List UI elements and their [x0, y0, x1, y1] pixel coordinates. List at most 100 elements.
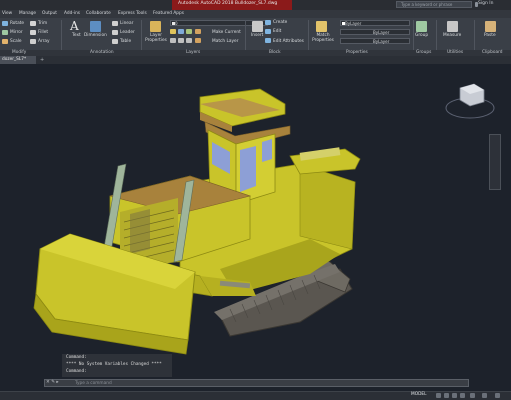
make-current-button[interactable]: Make Current: [212, 30, 241, 35]
layer-freeze-icon[interactable]: [178, 29, 184, 34]
layer-properties-button[interactable]: Layer Properties: [145, 33, 167, 43]
layer-state-icon[interactable]: [170, 29, 176, 34]
text-icon: A: [70, 19, 79, 33]
layer-unisolate-icon[interactable]: [178, 38, 184, 43]
ribbon-tab-bar: View Manage Output Add-ins Collaborate E…: [0, 10, 511, 18]
panel-title-clipboard[interactable]: Clipboard: [482, 50, 503, 55]
lineweight-dropdown-value: ByLayer: [373, 39, 390, 44]
command-placeholder: Type a command: [75, 381, 112, 386]
table-button[interactable]: Table: [120, 39, 131, 44]
panel-title-utilities[interactable]: Utilities: [447, 50, 463, 55]
bulldozer-model[interactable]: [0, 64, 511, 391]
file-tab[interactable]: dozer_SL7*: [0, 56, 36, 64]
tab-view[interactable]: View: [2, 11, 12, 16]
command-input[interactable]: Type a command: [44, 379, 469, 387]
trim-button[interactable]: Trim: [38, 21, 47, 26]
sign-in-link[interactable]: Sign In: [478, 1, 493, 6]
viewcube-icon[interactable]: [442, 70, 498, 126]
scale-icon: [2, 39, 8, 44]
panel-title-annotation[interactable]: Annotation: [90, 50, 114, 55]
ortho-icon[interactable]: [452, 393, 457, 398]
tab-manage[interactable]: Manage: [19, 11, 36, 16]
layer-dropdown-value: 0: [175, 21, 178, 26]
measure-button[interactable]: Measure: [443, 33, 461, 38]
navigation-bar[interactable]: [489, 134, 501, 190]
command-history-line: Command:: [66, 369, 87, 374]
match-layer-icon: [195, 38, 201, 43]
tab-add-ins[interactable]: Add-ins: [64, 11, 80, 16]
command-history: Command: **** No System Variables Change…: [62, 354, 172, 377]
dimension-button[interactable]: Dimension: [84, 33, 107, 38]
color-dropdown-value: ByLayer: [345, 21, 362, 26]
layer-properties-icon: [150, 21, 161, 32]
window-title: Autodesk AutoCAD 2018 Bulldozer_SL7.dwg: [178, 1, 278, 6]
leader-icon: [112, 30, 118, 35]
match-properties-button[interactable]: Match Properties: [311, 33, 335, 43]
create-block-icon: [265, 20, 271, 25]
autocad-window: Autodesk AutoCAD 2018 Bulldozer_SL7.dwg …: [0, 0, 511, 400]
linear-icon: [112, 21, 118, 26]
workspace-icon[interactable]: [482, 393, 487, 398]
paste-icon: [485, 21, 496, 32]
measure-icon: [447, 21, 458, 32]
match-layer-button[interactable]: Match Layer: [212, 39, 238, 44]
mirror-button[interactable]: Mirror: [10, 30, 23, 35]
trim-icon: [30, 21, 36, 26]
array-icon: [30, 39, 36, 44]
linear-button[interactable]: Linear: [120, 21, 133, 26]
search-placeholder: Type a keyword or phrase: [401, 2, 453, 7]
layer-lock-icon[interactable]: [186, 29, 192, 34]
linetype-dropdown[interactable]: ByLayer: [340, 29, 410, 35]
command-history-line: **** No System Variables Changed ****: [66, 362, 162, 367]
edit-attributes-button[interactable]: Edit Attributes: [273, 39, 304, 44]
panel-title-layers[interactable]: Layers: [186, 50, 200, 55]
linetype-dropdown-value: ByLayer: [373, 30, 390, 35]
command-history-line: Command:: [66, 355, 87, 360]
layer-isolate-icon[interactable]: [170, 38, 176, 43]
edit-attributes-icon: [265, 38, 271, 43]
create-block-button[interactable]: Create: [273, 20, 287, 25]
command-options-icon[interactable]: ✕ ✎ ▸: [46, 380, 59, 385]
paste-button[interactable]: Paste: [484, 33, 496, 38]
array-button[interactable]: Array: [38, 39, 50, 44]
mirror-icon: [2, 30, 8, 35]
status-bar: [0, 391, 511, 400]
layer-off-icon[interactable]: [186, 38, 192, 43]
table-icon: [112, 39, 118, 44]
group-icon: [416, 21, 427, 32]
grid-icon[interactable]: [436, 393, 441, 398]
polar-icon[interactable]: [460, 393, 465, 398]
file-tab-label: dozer_SL7*: [2, 57, 27, 62]
tab-collaborate[interactable]: Collaborate: [86, 11, 111, 16]
group-button[interactable]: Group: [415, 33, 428, 38]
model-space-toggle[interactable]: MODEL: [411, 392, 427, 397]
search-input[interactable]: Type a keyword or phrase: [396, 1, 472, 8]
tab-output[interactable]: Output: [42, 11, 57, 16]
rotate-button[interactable]: Rotate: [10, 21, 24, 26]
dimension-icon: [90, 21, 101, 32]
edit-block-button[interactable]: Edit: [273, 29, 281, 34]
tab-express-tools[interactable]: Express Tools: [118, 11, 147, 16]
fillet-button[interactable]: Fillet: [38, 30, 48, 35]
customize-icon[interactable]: [495, 393, 500, 398]
panel-title-properties[interactable]: Properties: [346, 50, 368, 55]
panel-title-block[interactable]: Block: [269, 50, 281, 55]
panel-title-groups[interactable]: Groups: [416, 50, 431, 55]
rotate-icon: [2, 21, 8, 26]
fillet-icon: [30, 30, 36, 35]
text-button[interactable]: Text: [72, 33, 81, 38]
snap-icon[interactable]: [444, 393, 449, 398]
panel-title-modify[interactable]: Modify: [12, 50, 26, 55]
annotation-scale-icon[interactable]: [470, 393, 475, 398]
make-current-icon: [195, 29, 201, 34]
scale-button[interactable]: Scale: [10, 39, 22, 44]
file-tab-bar: [0, 56, 511, 64]
insert-button[interactable]: Insert: [251, 33, 263, 38]
color-dropdown[interactable]: ByLayer: [340, 20, 410, 26]
lineweight-dropdown[interactable]: ByLayer: [340, 38, 410, 44]
tab-featured-apps[interactable]: Featured Apps: [153, 11, 184, 16]
leader-button[interactable]: Leader: [120, 30, 135, 35]
edit-block-icon: [265, 29, 271, 34]
match-properties-icon: [316, 21, 327, 32]
new-tab-icon[interactable]: +: [40, 57, 44, 63]
